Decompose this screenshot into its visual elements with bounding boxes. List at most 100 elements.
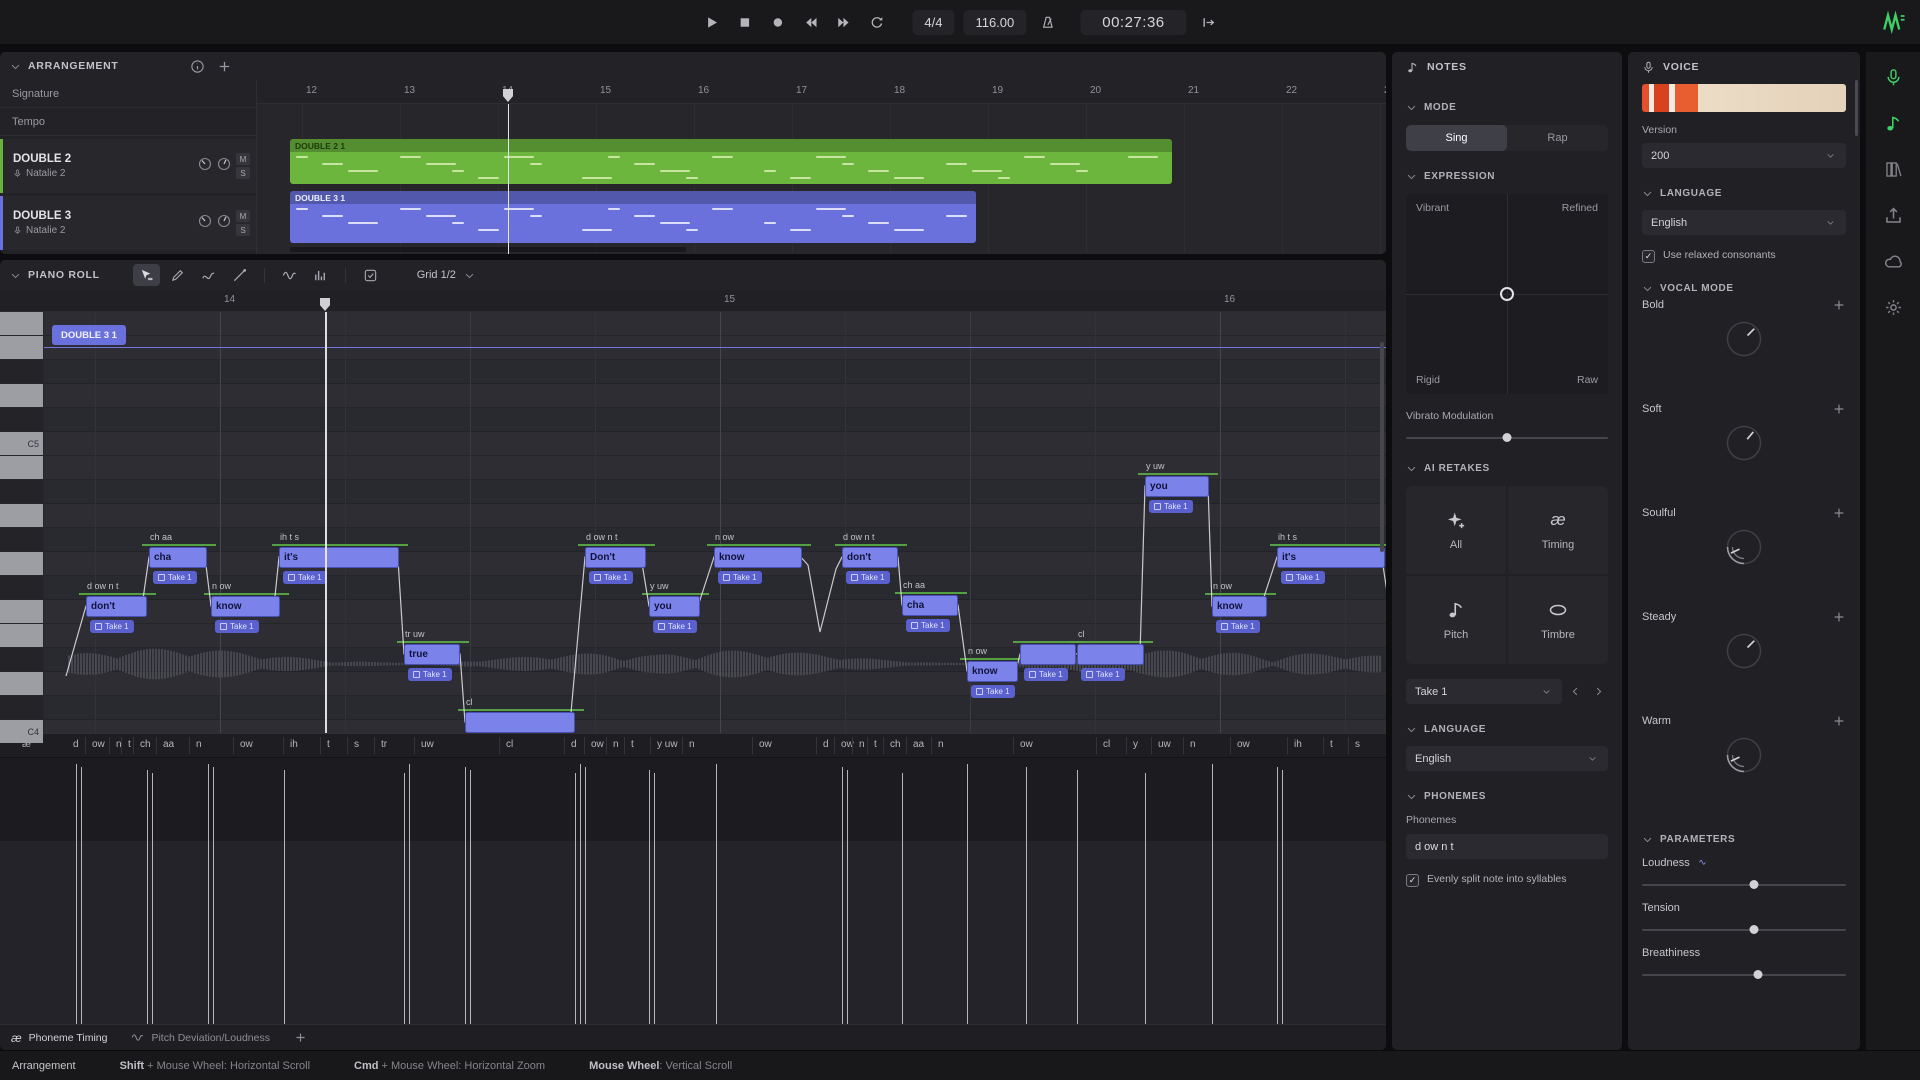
note-language-select[interactable]: English [1406, 746, 1608, 771]
note-segment[interactable] [1020, 644, 1076, 665]
take-chip[interactable]: Take 1 [1281, 571, 1325, 584]
phoneme-token[interactable]: t [128, 739, 131, 750]
note-phoneme-label[interactable]: ch aa [150, 532, 172, 542]
phoneme-token[interactable]: s [354, 739, 359, 750]
skip-forward-button[interactable] [1196, 9, 1222, 35]
note-phoneme-label[interactable]: ih t s [1278, 532, 1297, 542]
white-key[interactable] [0, 600, 43, 623]
note-it's[interactable]: it's [279, 547, 399, 568]
take-chip[interactable]: Take 1 [90, 620, 134, 633]
loop-button[interactable] [863, 9, 889, 35]
dynamics-toggle[interactable] [307, 264, 334, 286]
collapse-chevron-icon[interactable] [10, 61, 21, 72]
track-double-3[interactable]: DOUBLE 3 Natalie 2 MS [0, 196, 256, 250]
phoneme-timing-marker[interactable] [284, 770, 285, 1024]
loudness-slider[interactable] [1642, 880, 1846, 890]
phoneme-timing-marker[interactable] [902, 773, 903, 1024]
white-key[interactable] [0, 312, 43, 335]
phoneme-token[interactable]: ow [92, 739, 105, 750]
phoneme-token[interactable]: d [823, 739, 829, 750]
take-chip[interactable]: Take 1 [589, 571, 633, 584]
note-phoneme-label[interactable]: cl [466, 697, 473, 707]
mode-sing-button[interactable]: Sing [1406, 125, 1507, 151]
phoneme-timing-marker[interactable] [1212, 764, 1213, 1024]
white-key[interactable] [0, 336, 43, 359]
phoneme-timing-marker[interactable] [81, 767, 82, 1024]
phoneme-token[interactable]: tr [381, 739, 387, 750]
solo-button[interactable]: S [236, 167, 250, 179]
phoneme-timing-marker[interactable] [842, 767, 843, 1024]
note-phoneme-label[interactable]: n ow [1213, 581, 1232, 591]
mode-rap-button[interactable]: Rap [1507, 125, 1608, 151]
phoneme-token[interactable]: n [196, 739, 202, 750]
line-tool-button[interactable] [226, 264, 253, 286]
tempo-row[interactable]: Tempo [0, 108, 256, 136]
expression-pad[interactable]: Vibrant Refined Rigid Raw [1406, 194, 1608, 394]
volume-knob[interactable] [217, 157, 231, 176]
phoneme-token[interactable]: n [613, 739, 619, 750]
grid-size-select[interactable]: Grid 1/2 [417, 269, 475, 281]
note-phoneme-label[interactable]: ih t s [280, 532, 299, 542]
clip-double-2-1[interactable]: DOUBLE 2 1 [290, 139, 1172, 184]
white-key[interactable] [0, 504, 43, 527]
phoneme-token[interactable]: uw [1158, 739, 1171, 750]
phoneme-token[interactable]: s [1355, 739, 1360, 750]
phoneme-timing-marker[interactable] [1026, 767, 1027, 1024]
phoneme-timing-marker[interactable] [649, 770, 650, 1024]
solo-button[interactable]: S [236, 224, 250, 236]
stop-button[interactable] [731, 9, 757, 35]
record-button[interactable] [764, 9, 790, 35]
phoneme-timing-marker[interactable] [1282, 770, 1283, 1024]
parameters-section-header[interactable]: PARAMETERS [1642, 834, 1846, 845]
vertical-scrollbar[interactable] [1380, 342, 1384, 552]
note-segment[interactable] [1077, 644, 1144, 665]
note-cha[interactable]: cha [149, 547, 207, 568]
note-phoneme-label[interactable]: y uw [1146, 461, 1165, 471]
clip-double-3-1[interactable]: DOUBLE 3 1 [290, 191, 976, 243]
white-key[interactable] [0, 672, 43, 695]
collapse-chevron-icon[interactable] [10, 270, 21, 281]
phoneme-token[interactable]: ih [290, 739, 298, 750]
info-button[interactable] [190, 59, 205, 74]
voice-language-select[interactable]: English [1642, 210, 1846, 235]
take-chip[interactable]: Take 1 [1216, 620, 1260, 633]
phoneme-timing-marker[interactable] [404, 773, 405, 1024]
note-phoneme-label[interactable]: d ow n t [843, 532, 875, 542]
phoneme-token[interactable]: n [689, 739, 695, 750]
phoneme-token[interactable]: cl [506, 739, 513, 750]
white-key[interactable] [0, 624, 43, 647]
phoneme-token[interactable]: t [874, 739, 877, 750]
take-chip[interactable]: Take 1 [718, 571, 762, 584]
phoneme-timing-marker[interactable] [716, 764, 717, 1024]
signature-row[interactable]: Signature [0, 80, 256, 108]
tab-pitch-deviation-loudness[interactable]: Pitch Deviation/Loudness [131, 1031, 270, 1044]
note-phoneme-label[interactable]: n ow [212, 581, 231, 591]
phoneme-timing-marker[interactable] [580, 764, 581, 1024]
black-key[interactable] [0, 528, 43, 551]
note-know[interactable]: know [967, 661, 1018, 682]
black-key[interactable] [0, 360, 43, 383]
mode-section-header[interactable]: MODE [1406, 102, 1608, 113]
phoneme-timing-lane[interactable] [0, 757, 1386, 1024]
phoneme-token[interactable]: ow [1237, 739, 1250, 750]
take-chip[interactable]: Take 1 [1024, 668, 1068, 681]
take-chip[interactable]: Take 1 [1081, 668, 1125, 681]
retake-history-button[interactable] [357, 264, 384, 286]
take-chip[interactable]: Take 1 [653, 620, 697, 633]
phoneme-token[interactable]: aa [163, 739, 174, 750]
prev-take-button[interactable] [1565, 679, 1585, 704]
note-phoneme-label[interactable]: n ow [968, 646, 987, 656]
clip-tab[interactable]: DOUBLE 3 1 [52, 325, 126, 345]
phoneme-token[interactable]: d [73, 739, 79, 750]
phoneme-token[interactable]: ih [1294, 739, 1302, 750]
note-know[interactable]: know [211, 596, 280, 617]
phoneme-timing-marker[interactable] [147, 770, 148, 1024]
phoneme-timing-marker[interactable] [585, 767, 586, 1024]
phoneme-token[interactable]: y [1133, 739, 1138, 750]
piano-roll-ruler[interactable]: 141516 [0, 290, 1386, 312]
draw-tool-button[interactable] [164, 264, 191, 286]
note-don't[interactable]: don't [86, 596, 147, 617]
phoneme-token[interactable]: n [859, 739, 865, 750]
timeline-ruler[interactable]: 121314151617181920212223 [257, 80, 1386, 104]
warm-knob[interactable] [1642, 732, 1846, 778]
